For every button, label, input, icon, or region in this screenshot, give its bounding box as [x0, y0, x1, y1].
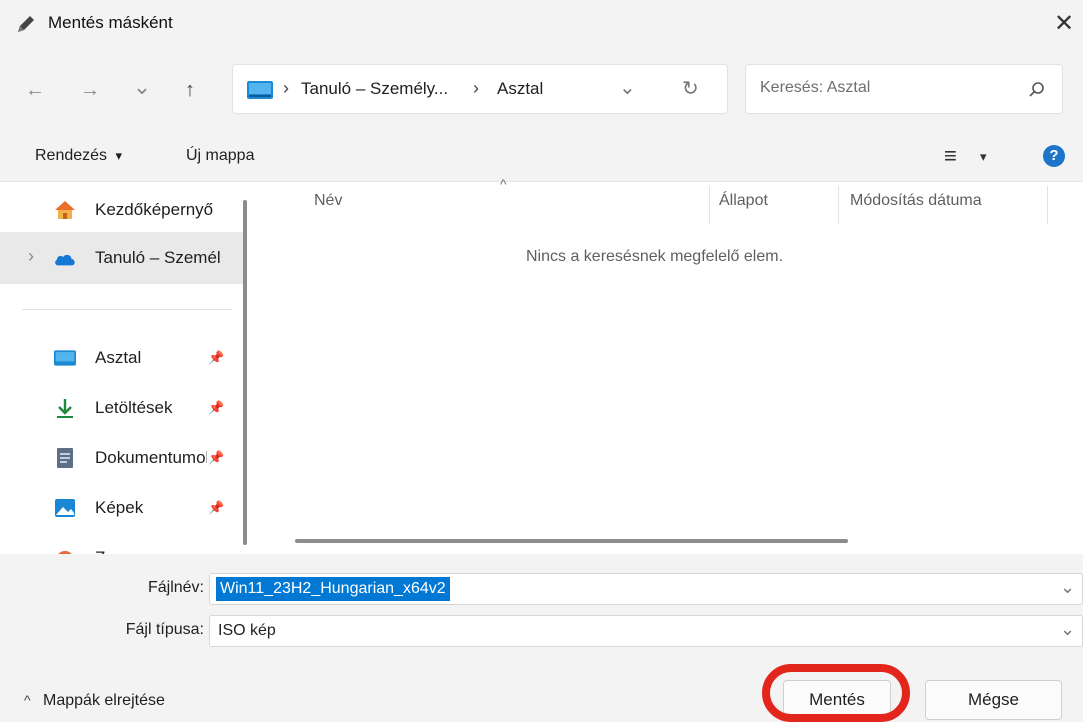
- back-button[interactable]: ←: [20, 75, 50, 105]
- chevron-down-icon[interactable]: ⌄: [1060, 619, 1075, 640]
- close-button[interactable]: ✕: [1050, 10, 1078, 38]
- breadcrumb-separator: ›: [473, 78, 479, 98]
- desktop-icon: [54, 350, 76, 366]
- up-button[interactable]: ↑: [175, 75, 205, 105]
- sidebar-item-documents[interactable]: Dokumentumok 📌: [0, 434, 236, 482]
- sidebar-item-label: Dokumentumok: [95, 448, 207, 467]
- toolbar: Rendezés ▾ Új mappa ≡ ▾ ?: [0, 134, 1083, 182]
- sidebar-item-label: Kezdőképernyő: [95, 200, 214, 219]
- column-header-status[interactable]: Állapot: [719, 192, 768, 210]
- pen-icon: [18, 16, 34, 32]
- column-divider[interactable]: [709, 186, 710, 224]
- help-button[interactable]: ?: [1043, 145, 1065, 167]
- filename-input[interactable]: Win11_23H2_Hungarian_x64v2: [216, 577, 450, 601]
- sidebar-item-downloads[interactable]: Letöltések 📌: [0, 384, 236, 432]
- title-bar: Mentés másként ✕: [0, 0, 1083, 50]
- chevron-down-icon[interactable]: ⌄: [1060, 577, 1075, 598]
- column-header-date-modified[interactable]: Módosítás dátuma: [850, 192, 982, 210]
- filename-label: Fájlnév:: [147, 579, 204, 596]
- pin-icon: 📌: [208, 350, 225, 365]
- pin-icon: 📌: [208, 500, 225, 515]
- search-icon[interactable]: [1028, 81, 1046, 99]
- filename-field[interactable]: Win11_23H2_Hungarian_x64v2 ⌄: [209, 573, 1083, 605]
- desktop-icon: [247, 81, 273, 99]
- sidebar-item-label: Tanuló – Személ: [95, 248, 221, 267]
- recent-locations-button[interactable]: ⌄: [127, 72, 157, 102]
- search-input[interactable]: Keresés: Asztal: [760, 79, 870, 97]
- organize-menu-button[interactable]: Rendezés ▾: [35, 147, 122, 165]
- onedrive-icon: [55, 254, 75, 266]
- column-header-name[interactable]: Név: [314, 192, 342, 210]
- empty-results-message: Nincs a keresésnek megfelelő elem.: [526, 248, 784, 265]
- sidebar-item-home[interactable]: Kezdőképernyő: [0, 186, 236, 234]
- sidebar-item-music[interactable]: Z: [0, 534, 236, 554]
- view-icon[interactable]: ≡: [944, 143, 957, 169]
- filetype-select[interactable]: ISO kép ⌄: [209, 615, 1083, 647]
- forward-button[interactable]: →: [75, 75, 105, 105]
- cancel-button[interactable]: Mégse: [925, 680, 1062, 720]
- window-title: Mentés másként: [48, 13, 173, 32]
- sidebar-divider: [22, 309, 232, 310]
- chevron-down-icon: ▾: [115, 148, 123, 163]
- highlight-circle: [762, 664, 910, 722]
- home-icon: [55, 201, 75, 219]
- column-divider[interactable]: [1047, 186, 1048, 224]
- pin-icon: 📌: [208, 450, 225, 465]
- address-dropdown-button[interactable]: ⌄: [619, 75, 636, 100]
- pin-icon: 📌: [208, 400, 225, 415]
- file-list: [262, 182, 1083, 554]
- sidebar-scrollbar[interactable]: [243, 200, 247, 545]
- pictures-icon: [55, 499, 75, 517]
- refresh-button[interactable]: ↻: [682, 76, 699, 101]
- hide-folders-button[interactable]: ^ Mappák elrejtése: [24, 692, 165, 710]
- sort-indicator-icon: ^: [500, 176, 507, 192]
- search-box[interactable]: Keresés: Asztal: [745, 64, 1063, 114]
- new-folder-button[interactable]: Új mappa: [186, 147, 254, 165]
- view-options-caret[interactable]: ▾: [980, 149, 987, 165]
- horizontal-scrollbar[interactable]: [295, 539, 848, 543]
- breadcrumb-separator: ›: [283, 78, 289, 98]
- sidebar-item-desktop[interactable]: Asztal 📌: [0, 334, 236, 382]
- organize-label: Rendezés: [35, 147, 108, 164]
- sidebar-item-onedrive[interactable]: › Tanuló – Személ: [0, 232, 244, 284]
- expand-chevron-icon[interactable]: ›: [28, 246, 34, 267]
- hide-folders-label: Mappák elrejtése: [43, 692, 165, 709]
- breadcrumb-item[interactable]: Tanuló – Személy...: [301, 79, 448, 99]
- breadcrumb-item[interactable]: Asztal: [497, 79, 543, 99]
- chevron-up-icon: ^: [24, 692, 31, 708]
- filetype-label: Fájl típusa:: [125, 621, 204, 638]
- download-icon: [57, 399, 73, 418]
- navigation-pane: Kezdőképernyő › Tanuló – Személ Asztal 📌…: [0, 182, 252, 554]
- address-bar[interactable]: › Tanuló – Személy... › Asztal ⌄ ↻: [232, 64, 728, 114]
- column-divider[interactable]: [838, 186, 839, 224]
- sidebar-item-pictures[interactable]: Képek 📌: [0, 484, 236, 532]
- filetype-value: ISO kép: [218, 622, 276, 639]
- document-icon: [57, 448, 73, 468]
